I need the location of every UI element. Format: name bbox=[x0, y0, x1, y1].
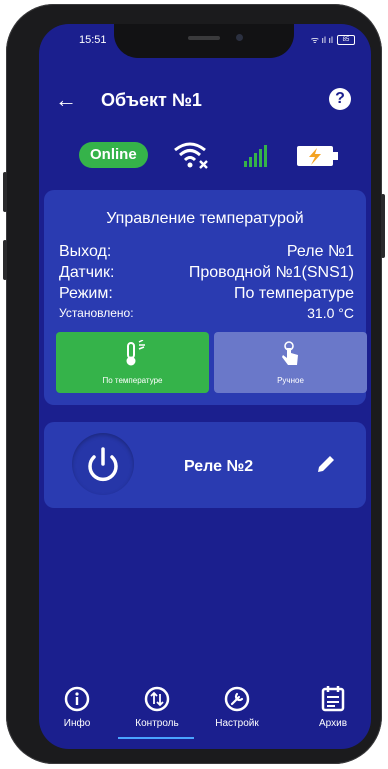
online-badge: Online bbox=[79, 142, 148, 168]
relay-name: Реле №2 bbox=[184, 458, 254, 475]
mode-manual-button[interactable]: Ручное bbox=[214, 332, 367, 393]
touch-icon bbox=[279, 340, 303, 373]
earpiece-speaker bbox=[188, 36, 220, 40]
phone-frame: 15:51 ᯤ ıl ıl 85 ← Объект №1 ? Online Уп… bbox=[3, 4, 385, 764]
archive-icon bbox=[321, 686, 345, 717]
temperature-control-card: Управление температурой Выход: Реле №1 Д… bbox=[44, 190, 367, 405]
signal-text: ᯤ ıl ıl bbox=[310, 35, 333, 45]
front-camera bbox=[236, 34, 243, 41]
mode-value: По температуре bbox=[233, 285, 354, 302]
thermometer-icon bbox=[119, 339, 147, 373]
bottom-navigation: Инфо Контроль Настройк Архив bbox=[39, 682, 371, 744]
wifi-off-icon bbox=[172, 140, 212, 177]
mode-manual-label: Ручное bbox=[277, 376, 304, 385]
sensor-label: Датчик: bbox=[59, 264, 115, 281]
mode-temperature-button[interactable]: По температуре bbox=[56, 332, 209, 393]
relay-card[interactable]: Реле №2 bbox=[44, 422, 366, 508]
pencil-icon[interactable] bbox=[316, 454, 336, 479]
status-time: 15:51 bbox=[79, 34, 107, 46]
relay-power-button[interactable] bbox=[72, 433, 134, 495]
mode-temperature-label: По температуре bbox=[102, 376, 163, 385]
volume-down-button bbox=[3, 240, 7, 280]
page-title: Объект №1 bbox=[101, 90, 202, 110]
battery-charging-icon bbox=[296, 144, 340, 173]
arrow-left-icon[interactable]: ← bbox=[55, 87, 77, 113]
status-battery-icon: 85 bbox=[337, 34, 355, 45]
cellular-signal-icon bbox=[242, 144, 268, 173]
nav-label-settings: Настройк bbox=[215, 718, 259, 729]
temperature-card-title: Управление температурой bbox=[106, 210, 304, 227]
info-icon bbox=[64, 686, 90, 717]
phone-notch bbox=[114, 24, 294, 58]
power-side-button bbox=[381, 194, 385, 258]
sensor-value: Проводной №1(SNS1) bbox=[188, 264, 354, 281]
app-bar: ← Объект №1 ? bbox=[39, 82, 371, 122]
status-icons: ᯤ ıl ıl 85 bbox=[311, 33, 355, 46]
app-screen: 15:51 ᯤ ıl ıl 85 ← Объект №1 ? Online Уп… bbox=[39, 24, 371, 749]
wrench-icon bbox=[224, 686, 250, 717]
setpoint-label: Установлено: bbox=[59, 306, 134, 320]
volume-up-button bbox=[3, 172, 7, 212]
active-tab-indicator bbox=[118, 737, 194, 739]
nav-label-info: Инфо bbox=[63, 718, 91, 729]
mode-label: Режим: bbox=[59, 285, 113, 302]
power-icon bbox=[88, 447, 118, 482]
nav-label-control: Контроль bbox=[135, 718, 179, 729]
nav-label-archive: Архив bbox=[318, 718, 348, 729]
help-icon[interactable]: ? bbox=[329, 88, 351, 110]
output-value: Реле №1 bbox=[286, 243, 354, 260]
output-label: Выход: bbox=[59, 243, 112, 260]
setpoint-value: 31.0 °C bbox=[307, 305, 354, 321]
connection-status-row: Online bbox=[39, 140, 371, 174]
control-icon bbox=[144, 686, 170, 717]
